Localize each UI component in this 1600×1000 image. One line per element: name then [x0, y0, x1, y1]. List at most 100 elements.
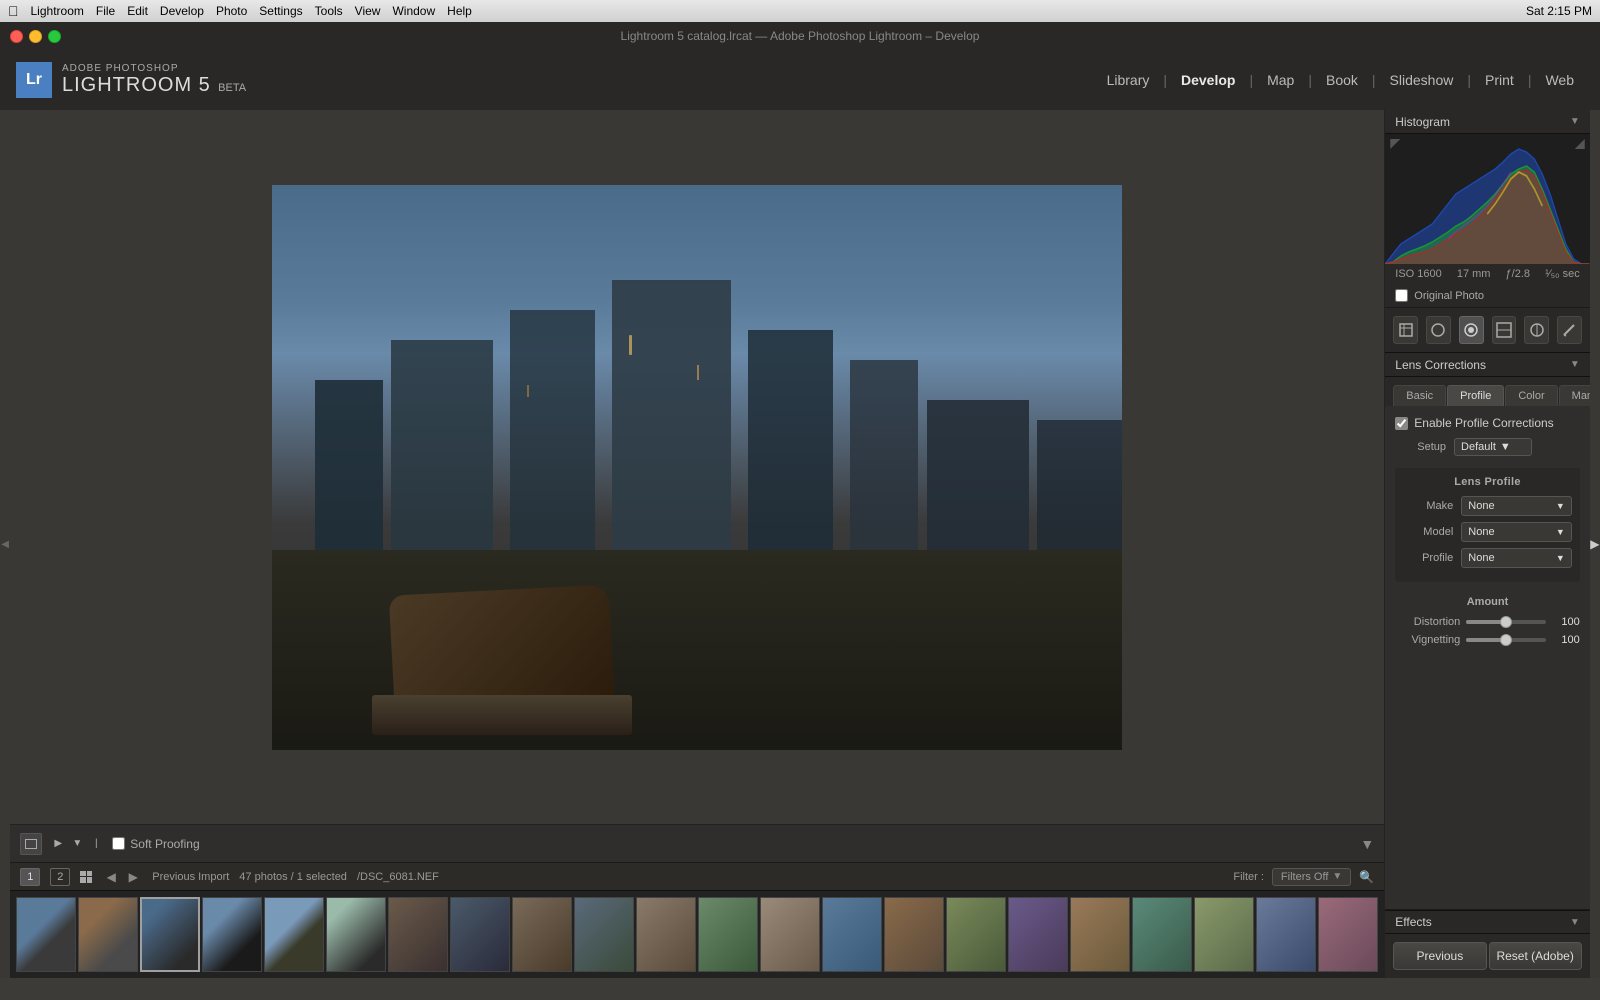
photo-background: [272, 185, 1122, 750]
right-arrow-icon: ▶: [1590, 537, 1599, 551]
enable-profile-checkbox[interactable]: [1395, 417, 1408, 430]
star-button[interactable]: ▼: [69, 836, 85, 852]
tab-1[interactable]: 1: [20, 868, 40, 886]
film-thumb-8[interactable]: [450, 897, 510, 972]
nav-web[interactable]: Web: [1535, 68, 1584, 92]
distortion-slider[interactable]: [1466, 620, 1545, 624]
film-thumb-6[interactable]: [326, 897, 386, 972]
film-thumb-19[interactable]: [1132, 897, 1192, 972]
vignetting-row: Vignetting 100: [1395, 634, 1579, 646]
profile-dropdown[interactable]: None ▼: [1461, 548, 1571, 568]
profile-label: Profile: [1403, 552, 1453, 564]
nav-print[interactable]: Print: [1475, 68, 1524, 92]
film-thumb-15[interactable]: [884, 897, 944, 972]
graduated-filter-button[interactable]: [1492, 316, 1517, 344]
film-thumb-20[interactable]: [1194, 897, 1254, 972]
film-thumb-4[interactable]: [202, 897, 262, 972]
film-thumb-5[interactable]: [264, 897, 324, 972]
filter-dropdown[interactable]: Filters Off ▼: [1272, 868, 1351, 886]
lens-tab-basic[interactable]: Basic: [1393, 385, 1446, 406]
crop-tool-button[interactable]: [1393, 316, 1418, 344]
profile-value: None: [1468, 552, 1494, 564]
vignetting-slider[interactable]: [1466, 638, 1545, 642]
original-photo-checkbox[interactable]: [1395, 289, 1408, 302]
menu-settings[interactable]: Settings: [259, 4, 302, 18]
menu-window[interactable]: Window: [392, 4, 435, 18]
grid-view-button[interactable]: [80, 871, 92, 883]
menu-help[interactable]: Help: [447, 4, 472, 18]
menu-lightroom[interactable]: Lightroom: [31, 4, 84, 18]
menu-develop[interactable]: Develop: [160, 4, 204, 18]
adjustment-brush-button[interactable]: [1557, 316, 1582, 344]
model-dropdown[interactable]: None ▼: [1461, 522, 1571, 542]
effects-header[interactable]: Effects ▼: [1385, 910, 1589, 934]
maximize-button[interactable]: [48, 30, 61, 43]
color-button[interactable]: |: [88, 836, 104, 852]
spot-removal-button[interactable]: [1426, 316, 1451, 344]
window-controls[interactable]: [10, 30, 61, 43]
nav-library[interactable]: Library: [1097, 68, 1160, 92]
nav-map[interactable]: Map: [1257, 68, 1304, 92]
setup-dropdown[interactable]: Default ▼: [1454, 438, 1532, 456]
radial-filter-button[interactable]: [1524, 316, 1549, 344]
tab-2[interactable]: 2: [50, 868, 70, 886]
single-view-button[interactable]: [20, 833, 42, 855]
flag-button[interactable]: ▶: [50, 836, 66, 852]
film-thumb-17[interactable]: [1008, 897, 1068, 972]
previous-button[interactable]: Previous: [1393, 942, 1486, 970]
film-thumb-9[interactable]: [512, 897, 572, 972]
film-thumb-10[interactable]: [574, 897, 634, 972]
reset-button[interactable]: Reset (Adobe): [1489, 942, 1582, 970]
menu-file[interactable]: File: [96, 4, 115, 18]
histogram-header[interactable]: Histogram ▼: [1385, 110, 1589, 134]
filter-search-icon[interactable]: 🔍: [1359, 870, 1374, 884]
lens-tab-profile[interactable]: Profile: [1447, 385, 1504, 406]
nav-book[interactable]: Book: [1316, 68, 1368, 92]
lens-tab-manual[interactable]: Manual: [1559, 385, 1590, 406]
film-thumb-14[interactable]: [822, 897, 882, 972]
film-thumb-13[interactable]: [760, 897, 820, 972]
minimize-button[interactable]: [29, 30, 42, 43]
film-thumb-1[interactable]: [16, 897, 76, 972]
film-thumb-21[interactable]: [1256, 897, 1316, 972]
next-photo-button[interactable]: ▶: [124, 868, 142, 886]
film-thumb-16[interactable]: [946, 897, 1006, 972]
right-panel-toggle[interactable]: ▶: [1590, 110, 1600, 978]
shutter-speed-label: ¹⁄₅₀ sec: [1545, 268, 1580, 280]
lens-corrections-header[interactable]: Lens Corrections ▼: [1385, 353, 1589, 377]
app-title: ADOBE PHOTOSHOP LIGHTROOM 5 BETA: [62, 63, 246, 97]
film-thumb-7[interactable]: [388, 897, 448, 972]
highlight-clipping-icon[interactable]: [1575, 139, 1585, 149]
close-button[interactable]: [10, 30, 23, 43]
menu-photo[interactable]: Photo: [216, 4, 247, 18]
menu-view[interactable]: View: [355, 4, 381, 18]
import-source-label[interactable]: Previous Import: [152, 871, 229, 883]
original-photo-row: Original Photo: [1385, 284, 1589, 307]
shadow-clipping-icon[interactable]: [1390, 139, 1400, 149]
prev-photo-button[interactable]: ◀: [102, 868, 120, 886]
nav-slideshow[interactable]: Slideshow: [1380, 68, 1464, 92]
film-thumb-22[interactable]: [1318, 897, 1378, 972]
make-dropdown[interactable]: None ▼: [1461, 496, 1571, 516]
pedestal: [372, 695, 632, 735]
mac-menubar:  Lightroom File Edit Develop Photo Sett…: [0, 0, 1600, 22]
film-thumb-18[interactable]: [1070, 897, 1130, 972]
lens-tab-color[interactable]: Color: [1505, 385, 1557, 406]
red-eye-button[interactable]: [1459, 316, 1484, 344]
left-panel-toggle[interactable]: ◀: [0, 110, 10, 978]
menu-tools[interactable]: Tools: [315, 4, 343, 18]
amount-title: Amount: [1395, 596, 1579, 608]
film-thumb-12[interactable]: [698, 897, 758, 972]
soft-proofing-row: Soft Proofing: [112, 837, 199, 851]
filter-chevron-icon: ▼: [1332, 871, 1342, 882]
apple-menu[interactable]: : [8, 3, 19, 19]
film-thumb-2[interactable]: [78, 897, 138, 972]
nav-develop[interactable]: Develop: [1171, 68, 1245, 92]
menu-edit[interactable]: Edit: [127, 4, 148, 18]
soft-proofing-checkbox[interactable]: [112, 837, 125, 850]
film-thumb-11[interactable]: [636, 897, 696, 972]
setup-label: Setup: [1417, 441, 1446, 453]
lens-corrections-section: Lens Corrections ▼ Basic Profile Color M…: [1385, 353, 1589, 910]
film-thumb-3[interactable]: [140, 897, 200, 972]
expand-icon[interactable]: ▼: [1360, 836, 1374, 852]
